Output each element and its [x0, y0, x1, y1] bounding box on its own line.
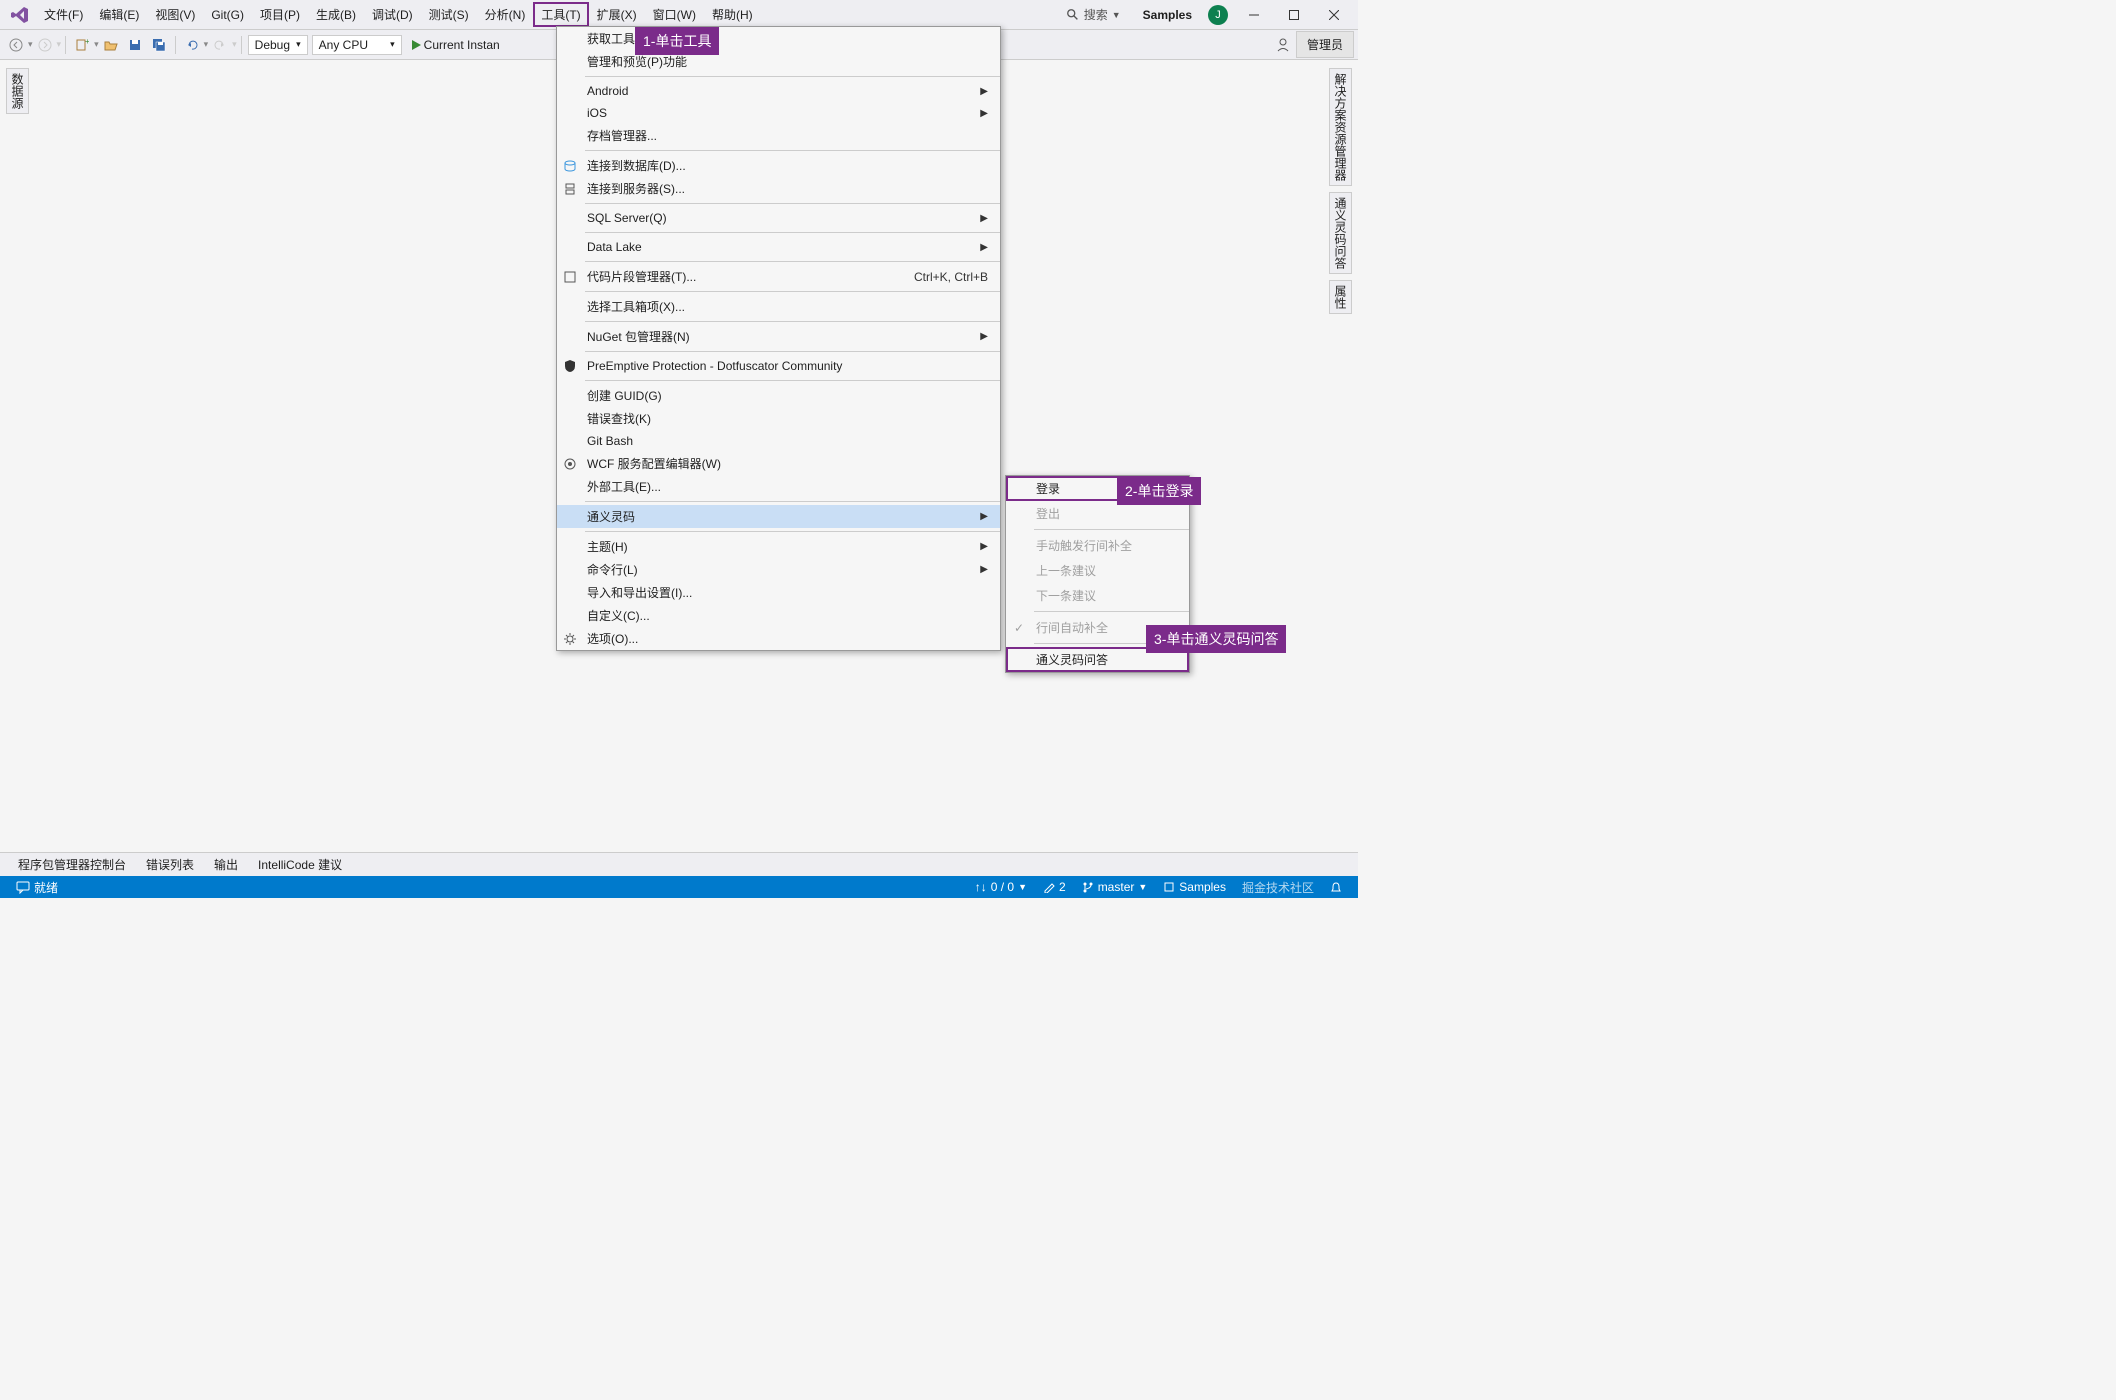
menu-file[interactable]: 文件(F)	[36, 2, 91, 27]
menu-create-guid[interactable]: 创建 GUID(G)	[557, 384, 1000, 407]
right-tab-properties[interactable]: 属性	[1329, 280, 1352, 314]
menu-external-tools[interactable]: 外部工具(E)...	[557, 475, 1000, 498]
open-button[interactable]	[99, 35, 123, 55]
left-panel-datasource[interactable]: 数据源	[6, 68, 29, 114]
menu-help[interactable]: 帮助(H)	[704, 2, 761, 27]
pen-icon	[1043, 881, 1055, 893]
menu-project[interactable]: 项目(P)	[252, 2, 308, 27]
shield-icon	[562, 358, 578, 374]
tab-error-list[interactable]: 错误列表	[136, 852, 204, 877]
new-item-button[interactable]: +	[70, 35, 94, 55]
snippet-icon	[562, 269, 578, 285]
status-navigation[interactable]: ↑↓0 / 0▼	[967, 880, 1035, 894]
menu-error-lookup[interactable]: 错误查找(K)	[557, 407, 1000, 430]
branch-icon	[1082, 881, 1094, 893]
status-watermark: 掘金技术社区	[1234, 879, 1322, 896]
annotation-2: 2-单击登录	[1117, 477, 1201, 505]
nav-back-button[interactable]	[4, 35, 28, 55]
wcf-icon	[562, 456, 578, 472]
submenu-prev-suggestion: 上一条建议	[1006, 558, 1189, 583]
menu-debug[interactable]: 调试(D)	[364, 2, 421, 27]
menu-test[interactable]: 测试(S)	[421, 2, 477, 27]
feedback-button[interactable]	[1270, 34, 1296, 56]
check-icon: ✓	[1014, 621, 1024, 635]
status-repo[interactable]: Samples	[1155, 880, 1234, 894]
menu-extensions[interactable]: 扩展(X)	[589, 2, 645, 27]
play-icon	[410, 39, 422, 51]
menu-ios[interactable]: iOS▶	[557, 102, 1000, 124]
bottom-tabs: 程序包管理器控制台 错误列表 输出 IntelliCode 建议	[0, 852, 1358, 876]
tab-package-manager[interactable]: 程序包管理器控制台	[8, 852, 136, 877]
menu-git[interactable]: Git(G)	[203, 4, 252, 26]
maximize-button[interactable]	[1274, 1, 1314, 29]
submenu-trigger-inline: 手动触发行间补全	[1006, 533, 1189, 558]
menu-manage-preview[interactable]: 管理和预览(P)功能	[557, 50, 1000, 73]
search-icon	[1066, 8, 1080, 22]
menu-connect-server[interactable]: 连接到服务器(S)...	[557, 177, 1000, 200]
user-avatar[interactable]: J	[1208, 5, 1228, 25]
menu-connect-database[interactable]: 连接到数据库(D)...	[557, 154, 1000, 177]
menu-sql-server[interactable]: SQL Server(Q)▶	[557, 207, 1000, 229]
status-notifications[interactable]	[1322, 881, 1350, 893]
menu-archive-manager[interactable]: 存档管理器...	[557, 124, 1000, 147]
save-all-button[interactable]	[147, 35, 171, 55]
menu-options[interactable]: 选项(O)...	[557, 627, 1000, 650]
menu-import-export[interactable]: 导入和导出设置(I)...	[557, 581, 1000, 604]
save-button[interactable]	[123, 35, 147, 55]
run-button[interactable]: Current Instan	[404, 36, 506, 54]
menu-snippet-manager[interactable]: 代码片段管理器(T)...Ctrl+K, Ctrl+B	[557, 265, 1000, 288]
menu-choose-toolbox[interactable]: 选择工具箱项(X)...	[557, 295, 1000, 318]
menu-nuget[interactable]: NuGet 包管理器(N)▶	[557, 325, 1000, 348]
menu-view[interactable]: 视图(V)	[147, 2, 203, 27]
nav-forward-button[interactable]	[33, 35, 57, 55]
search-label: 搜索	[1084, 6, 1108, 23]
menu-wcf-config[interactable]: WCF 服务配置编辑器(W)	[557, 452, 1000, 475]
tab-intellicode[interactable]: IntelliCode 建议	[248, 852, 352, 877]
message-icon	[16, 880, 30, 894]
annotation-3: 3-单击通义灵码问答	[1146, 625, 1286, 653]
tools-dropdown-menu: 获取工具 管理和预览(P)功能 Android▶ iOS▶ 存档管理器... 连…	[556, 26, 1001, 651]
menu-git-bash[interactable]: Git Bash	[557, 430, 1000, 452]
menu-data-lake[interactable]: Data Lake▶	[557, 236, 1000, 258]
server-icon	[562, 181, 578, 197]
platform-dropdown[interactable]: Any CPU▾	[312, 35, 402, 55]
config-dropdown[interactable]: Debug▾	[248, 35, 308, 55]
redo-button[interactable]	[208, 35, 232, 55]
database-icon	[562, 158, 578, 174]
right-panel: 解决方案资源管理器 通义灵码问答 属性	[1329, 68, 1352, 314]
menu-tongyi-lingma[interactable]: 通义灵码▶	[557, 505, 1000, 528]
submenu-next-suggestion: 下一条建议	[1006, 583, 1189, 608]
menu-tools[interactable]: 工具(T)	[533, 2, 588, 27]
menu-theme[interactable]: 主题(H)▶	[557, 535, 1000, 558]
menu-get-tools[interactable]: 获取工具	[557, 27, 1000, 50]
menu-customize[interactable]: 自定义(C)...	[557, 604, 1000, 627]
undo-button[interactable]	[180, 35, 204, 55]
svg-text:+: +	[85, 38, 89, 46]
right-tab-lingma-qa[interactable]: 通义灵码问答	[1329, 192, 1352, 274]
menu-command-line[interactable]: 命令行(L)▶	[557, 558, 1000, 581]
status-branch[interactable]: master▼	[1074, 880, 1156, 894]
annotation-1: 1-单击工具	[635, 27, 719, 55]
menu-dotfuscator[interactable]: PreEmptive Protection - Dotfuscator Comm…	[557, 355, 1000, 377]
statusbar: 就绪 ↑↓0 / 0▼ 2 master▼ Samples 掘金技术社区	[0, 876, 1358, 898]
status-changes[interactable]: 2	[1035, 880, 1074, 894]
tab-output[interactable]: 输出	[204, 852, 248, 877]
menu-edit[interactable]: 编辑(E)	[91, 2, 147, 27]
minimize-button[interactable]	[1234, 1, 1274, 29]
project-name: Samples	[1133, 4, 1202, 26]
right-tab-solution-explorer[interactable]: 解决方案资源管理器	[1329, 68, 1352, 186]
bell-icon	[1330, 881, 1342, 893]
status-ready: 就绪	[8, 879, 66, 896]
menu-window[interactable]: 窗口(W)	[645, 2, 704, 27]
menu-android[interactable]: Android▶	[557, 80, 1000, 102]
repo-icon	[1163, 881, 1175, 893]
vs-logo-icon	[10, 5, 30, 25]
menu-analyze[interactable]: 分析(N)	[477, 2, 534, 27]
close-button[interactable]	[1314, 1, 1354, 29]
search-box[interactable]: 搜索 ▼	[1058, 4, 1129, 25]
gear-icon	[562, 631, 578, 647]
menu-build[interactable]: 生成(B)	[308, 2, 364, 27]
admin-button[interactable]: 管理员	[1296, 31, 1354, 58]
